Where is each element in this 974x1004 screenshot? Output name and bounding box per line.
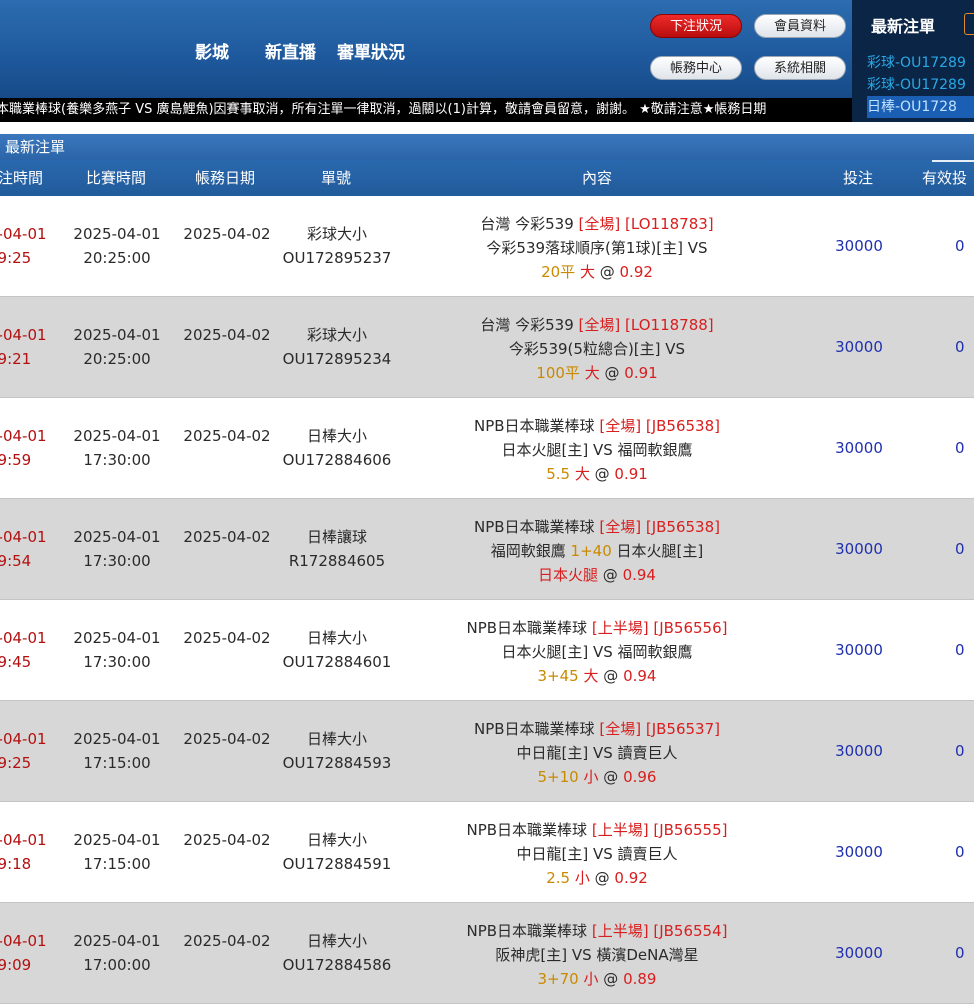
amount-cell: 30000	[835, 742, 883, 760]
account-date-cell: 2025-04-02	[183, 225, 271, 243]
nav-new-live[interactable]: 新直播	[265, 38, 316, 63]
top-header: 影城 新直播 審單狀況 下注狀況 會員資料 帳務中心 系統相關	[0, 0, 974, 98]
valid-amount-cell: 0	[955, 338, 965, 356]
content-cell: NPB日本職業棒球 [上半場] [JB56555] 中日龍[主] VS 讀賣巨人…	[466, 821, 728, 887]
match-time-cell: 2025-04-01 17:15:00	[73, 831, 161, 873]
latest-orders-title: 最新注單	[871, 17, 936, 36]
account-date-cell: 2025-04-02	[183, 831, 271, 849]
latest-order-item[interactable]: 彩球-OU17289	[867, 52, 974, 74]
panel-title: 最新注單	[5, 138, 66, 156]
bet-time-cell: 5-04-0149:25	[0, 225, 47, 267]
bet-time-cell: 5-04-0119:25	[0, 730, 47, 772]
announcement-marquee: 本職業棒球(養樂多燕子 VS 廣島鯉魚)因賽事取消，所有注單一律取消，過關以(1…	[0, 98, 852, 122]
content-cell: NPB日本職業棒球 [全場] [JB56537] 中日龍[主] VS 讀賣巨人 …	[474, 720, 720, 786]
content-cell: NPB日本職業棒球 [全場] [JB56538] 福岡軟銀鷹 1+40 日本火腿…	[474, 518, 720, 584]
order-no-cell: 日棒大小 OU172884593	[282, 730, 392, 772]
valid-amount-cell: 0	[955, 843, 965, 861]
table-row[interactable]: 5-04-0119:18 2025-04-0117:15:00 2025-04-…	[0, 802, 974, 903]
match-time-cell: 2025-04-01 20:25:00	[73, 225, 161, 267]
valid-amount-cell: 0	[955, 540, 965, 558]
nav-cinema[interactable]: 影城	[195, 38, 229, 63]
amount-cell: 30000	[835, 338, 883, 356]
latest-orders-panel: 最新注單 彩球-OU17289 彩球-OU17289 日棒-OU1728	[852, 0, 974, 122]
bet-time-cell: 5-04-0149:21	[0, 326, 47, 368]
panel-title-bar: 最新注單	[0, 134, 974, 160]
amount-cell: 30000	[835, 641, 883, 659]
valid-amount-cell: 0	[955, 237, 965, 255]
content-cell: NPB日本職業棒球 [全場] [JB56538] 日本火腿[主] VS 福岡軟銀…	[474, 417, 720, 483]
account-date-cell: 2025-04-02	[183, 326, 271, 344]
order-no-cell: 日棒大小 OU172884606	[282, 427, 392, 469]
amount-cell: 30000	[835, 540, 883, 558]
table-row[interactable]: 5-04-0119:54 2025-04-0117:30:00 2025-04-…	[0, 499, 974, 600]
bet-time-cell: 5-04-0119:59	[0, 427, 47, 469]
system-button[interactable]: 系統相關	[754, 56, 846, 80]
account-date-cell: 2025-04-02	[183, 730, 271, 748]
valid-amount-cell: 0	[955, 742, 965, 760]
col-bet-time: 注時間	[0, 169, 44, 187]
match-time-cell: 2025-04-01 17:00:00	[73, 932, 161, 974]
match-time-cell: 2025-04-01 17:15:00	[73, 730, 161, 772]
account-date-cell: 2025-04-02	[183, 528, 271, 546]
col-valid: 有效投	[922, 169, 968, 187]
col-account-date: 帳務日期	[195, 169, 256, 187]
latest-order-item[interactable]: 日棒-OU1728	[867, 96, 974, 118]
account-center-button[interactable]: 帳務中心	[650, 56, 742, 80]
order-no-cell: 日棒讓球 R172884605	[288, 528, 386, 570]
bet-status-button[interactable]: 下注狀況	[650, 14, 742, 38]
col-match-time: 比賽時間	[86, 169, 147, 187]
match-time-cell: 2025-04-01 17:30:00	[73, 528, 161, 570]
content-cell: 台灣 今彩539 [全場] [LO118783] 今彩539落球順序(第1球)[…	[480, 215, 714, 281]
amount-cell: 30000	[835, 237, 883, 255]
valid-amount-cell: 0	[955, 944, 965, 962]
order-no-cell: 日棒大小 OU172884591	[282, 831, 392, 873]
col-order-no: 單號	[321, 169, 352, 187]
bet-time-cell: 5-04-0119:45	[0, 629, 47, 671]
amount-cell: 30000	[835, 944, 883, 962]
table-row[interactable]: 5-04-0119:25 2025-04-0117:15:00 2025-04-…	[0, 701, 974, 802]
content-cell: NPB日本職業棒球 [上半場] [JB56554] 阪神虎[主] VS 橫濱De…	[466, 922, 728, 988]
order-no-cell: 彩球大小 OU172895234	[282, 326, 392, 368]
bet-time-cell: 5-04-0119:18	[0, 831, 47, 873]
account-date-cell: 2025-04-02	[183, 427, 271, 445]
latest-order-item[interactable]: 彩球-OU17289	[867, 74, 974, 96]
nav-audit-status[interactable]: 審單狀況	[337, 38, 405, 63]
table-row[interactable]: 5-04-0149:25 2025-04-0120:25:00 2025-04-…	[0, 196, 974, 297]
account-date-cell: 2025-04-02	[183, 629, 271, 647]
account-date-cell: 2025-04-02	[183, 932, 271, 950]
bet-time-cell: 5-04-0119:54	[0, 528, 47, 570]
table-header: 注時間 比賽時間 帳務日期 單號 內容 投注 有效投	[0, 160, 974, 196]
valid-amount-cell: 0	[955, 439, 965, 457]
bet-time-cell: 5-04-0119:09	[0, 932, 47, 974]
table-row[interactable]: 5-04-0119:45 2025-04-0117:30:00 2025-04-…	[0, 600, 974, 701]
spacer	[0, 122, 974, 134]
latest-orders-toggle[interactable]	[964, 13, 974, 35]
col-content: 內容	[582, 169, 613, 187]
table-row[interactable]: 5-04-0119:59 2025-04-0117:30:00 2025-04-…	[0, 398, 974, 499]
table-row[interactable]: 5-04-0119:09 2025-04-0117:00:00 2025-04-…	[0, 903, 974, 1004]
latest-orders-list: 彩球-OU17289 彩球-OU17289 日棒-OU1728	[867, 52, 974, 118]
order-no-cell: 日棒大小 OU172884601	[282, 629, 392, 671]
col-amount: 投注	[843, 169, 874, 187]
match-time-cell: 2025-04-01 17:30:00	[73, 427, 161, 469]
member-info-button[interactable]: 會員資料	[754, 14, 846, 38]
amount-cell: 30000	[835, 843, 883, 861]
order-no-cell: 彩球大小 OU172895237	[282, 225, 392, 267]
marquee-text: 本職業棒球(養樂多燕子 VS 廣島鯉魚)因賽事取消，所有注單一律取消，過關以(1…	[0, 102, 767, 117]
valid-amount-cell: 0	[955, 641, 965, 659]
content-cell: NPB日本職業棒球 [上半場] [JB56556] 日本火腿[主] VS 福岡軟…	[466, 619, 728, 685]
match-time-cell: 2025-04-01 17:30:00	[73, 629, 161, 671]
table-row[interactable]: 5-04-0149:21 2025-04-0120:25:00 2025-04-…	[0, 297, 974, 398]
order-no-cell: 日棒大小 OU172884586	[282, 932, 392, 974]
match-time-cell: 2025-04-01 20:25:00	[73, 326, 161, 368]
amount-cell: 30000	[835, 439, 883, 457]
content-cell: 台灣 今彩539 [全場] [LO118788] 今彩539(5粒總合)[主] …	[480, 316, 714, 382]
